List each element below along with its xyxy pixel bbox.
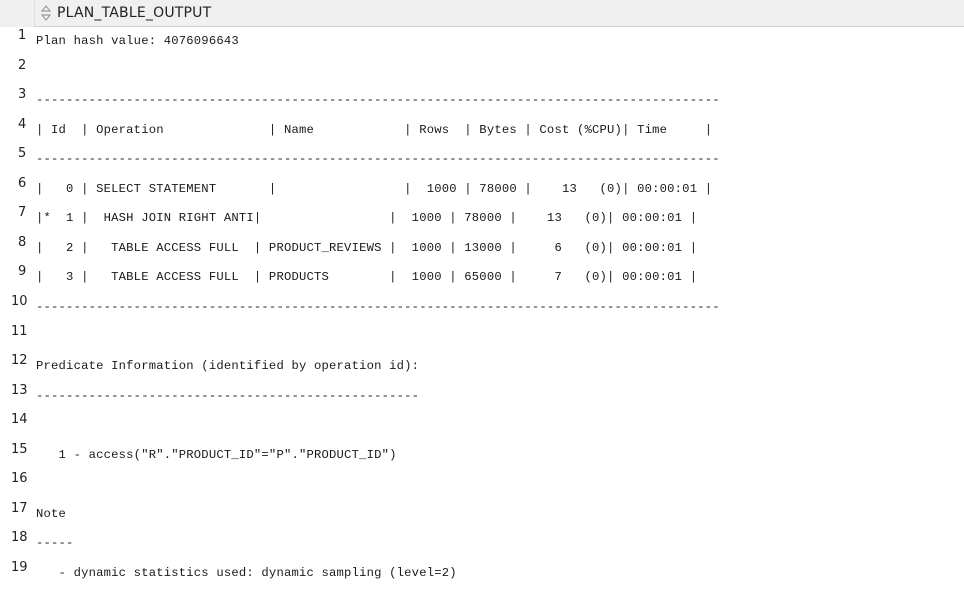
row-number[interactable]: 4 — [0, 116, 32, 133]
row-number[interactable]: 7 — [0, 204, 32, 221]
table-row[interactable]: 2 — [0, 58, 964, 88]
plan-output-cell[interactable]: ----------------------------------------… — [36, 93, 720, 107]
sort-arrows-icon[interactable] — [39, 4, 53, 22]
row-number[interactable]: 18 — [0, 529, 32, 546]
table-row[interactable]: 18 ----- — [0, 530, 964, 560]
plan-output-cell[interactable]: Predicate Information (identified by ope… — [36, 359, 419, 373]
row-number[interactable]: 15 — [0, 441, 32, 458]
table-row[interactable]: 11 — [0, 324, 964, 354]
row-number[interactable]: 17 — [0, 500, 32, 517]
plan-output-cell[interactable]: | 3 | TABLE ACCESS FULL | PRODUCTS | 100… — [36, 270, 697, 284]
table-row[interactable]: 9 | 3 | TABLE ACCESS FULL | PRODUCTS | 10… — [0, 264, 964, 294]
plan-output-cell[interactable]: | 2 | TABLE ACCESS FULL | PRODUCT_REVIEW… — [36, 241, 697, 255]
plan-output-cell[interactable]: Note — [36, 507, 66, 521]
grid-corner[interactable] — [0, 0, 34, 27]
row-number[interactable]: 14 — [0, 411, 32, 428]
plan-output-cell[interactable]: Plan hash value: 4076096643 — [36, 34, 239, 48]
table-row[interactable]: 14 — [0, 412, 964, 442]
table-row[interactable]: 12 Predicate Information (identified by o… — [0, 353, 964, 383]
plan-output-cell[interactable]: | 0 | SELECT STATEMENT | | 1000 | 78000 … — [36, 182, 712, 196]
table-row[interactable]: 16 — [0, 471, 964, 501]
table-row[interactable]: 1 Plan hash value: 4076096643 — [0, 28, 964, 58]
column-header-plan-table-output[interactable]: PLAN_TABLE_OUTPUT — [34, 0, 964, 26]
row-number[interactable]: 5 — [0, 145, 32, 162]
table-row[interactable]: 5 ---------------------------------------… — [0, 146, 964, 176]
row-number[interactable]: 8 — [0, 234, 32, 251]
results-grid-header: PLAN_TABLE_OUTPUT — [0, 0, 964, 27]
plan-output-cell[interactable]: 1 - access("R"."PRODUCT_ID"="P"."PRODUCT… — [36, 448, 397, 462]
row-number[interactable]: 3 — [0, 86, 32, 103]
plan-output-cell[interactable]: ----- — [36, 536, 74, 550]
plan-output-cell[interactable]: |* 1 | HASH JOIN RIGHT ANTI| | 1000 | 78… — [36, 211, 697, 225]
table-row[interactable]: 4 | Id | Operation | Name | Rows | Bytes … — [0, 117, 964, 147]
table-row[interactable]: 6 | 0 | SELECT STATEMENT | | 1000 | 78000… — [0, 176, 964, 206]
plan-output-cell[interactable]: | Id | Operation | Name | Rows | Bytes |… — [36, 123, 712, 137]
table-row[interactable]: 17 Note — [0, 501, 964, 531]
row-number[interactable]: 11 — [0, 323, 32, 340]
table-row[interactable]: 3 ---------------------------------------… — [0, 87, 964, 117]
row-number[interactable]: 10 — [0, 293, 32, 310]
table-row[interactable]: 7 |* 1 | HASH JOIN RIGHT ANTI| | 1000 | 7… — [0, 205, 964, 235]
row-number[interactable]: 2 — [0, 57, 32, 74]
column-title: PLAN_TABLE_OUTPUT — [57, 5, 212, 21]
plan-output-cell[interactable]: ----------------------------------------… — [36, 300, 720, 314]
row-number[interactable]: 6 — [0, 175, 32, 192]
table-row[interactable]: 8 | 2 | TABLE ACCESS FULL | PRODUCT_REVIE… — [0, 235, 964, 265]
plan-output-cell[interactable]: ----------------------------------------… — [36, 389, 419, 403]
row-number[interactable]: 12 — [0, 352, 32, 369]
plan-output-cell[interactable]: ----------------------------------------… — [36, 152, 720, 166]
row-number[interactable]: 9 — [0, 263, 32, 280]
table-row[interactable]: 15 1 - access("R"."PRODUCT_ID"="P"."PROD… — [0, 442, 964, 472]
row-number[interactable]: 13 — [0, 382, 32, 399]
row-number[interactable]: 19 — [0, 559, 32, 576]
row-number[interactable]: 1 — [0, 27, 32, 44]
table-row[interactable]: 10 --------------------------------------… — [0, 294, 964, 324]
table-row[interactable]: 19 - dynamic statistics used: dynamic sa… — [0, 560, 964, 590]
row-number[interactable]: 16 — [0, 470, 32, 487]
table-row[interactable]: 13 --------------------------------------… — [0, 383, 964, 413]
plan-output-cell[interactable]: - dynamic statistics used: dynamic sampl… — [36, 566, 457, 580]
